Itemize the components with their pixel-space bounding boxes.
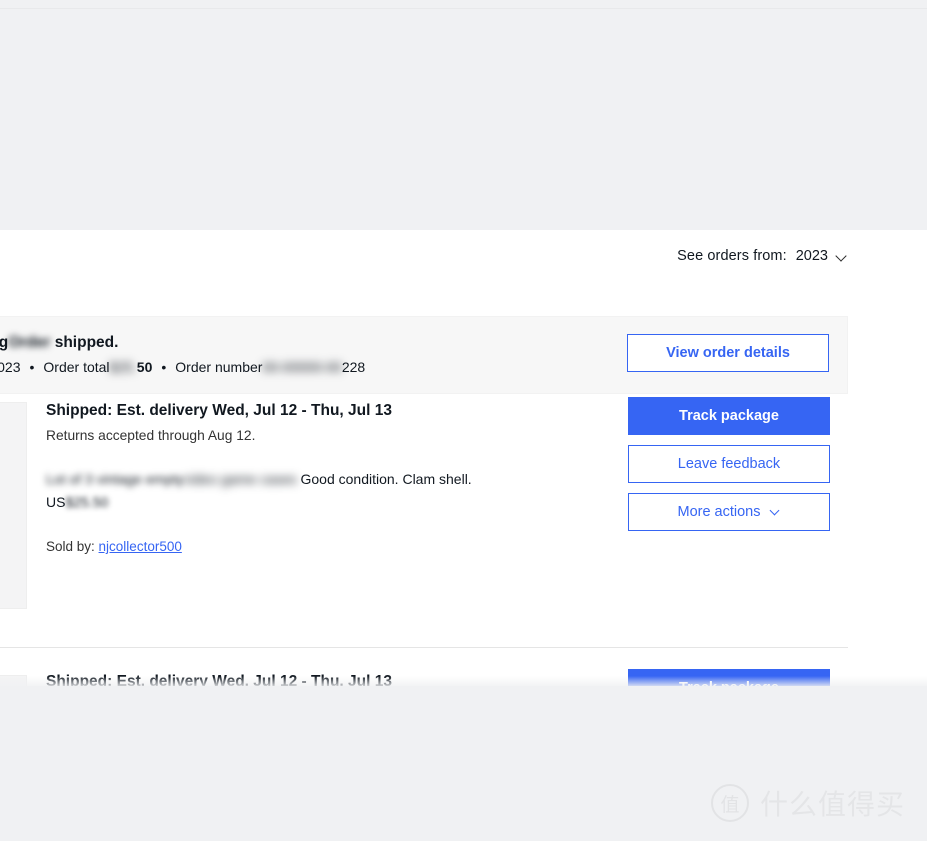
order-status-title: ppingOrder shipped. xyxy=(0,334,606,352)
view-order-details-button[interactable]: View order details xyxy=(627,334,829,372)
item-title[interactable]: Lot of 3 vintage empty video game cases G… xyxy=(46,471,606,487)
item-price: US $25.50 xyxy=(46,494,606,510)
order-number-label: Order number xyxy=(175,359,263,375)
order-date: 08, 2023 xyxy=(0,359,21,375)
browser-chrome-band xyxy=(0,0,927,231)
order-item-row: Shipped: Est. delivery Wed, Jul 12 - Thu… xyxy=(0,394,848,648)
chevron-down-icon xyxy=(771,507,781,517)
order-title-prefix: pping xyxy=(0,334,9,351)
orders-year-select[interactable]: 2023 xyxy=(796,248,848,264)
watermark-text: 什么值得买 xyxy=(759,788,905,821)
item-sold-by: Sold by: njcollector500 xyxy=(46,539,606,554)
see-orders-from-label: See orders from: xyxy=(677,248,787,264)
orders-filter-row: See orders from: 2023 xyxy=(0,248,848,264)
order-number-redacted: 00-00000-00 xyxy=(262,359,342,375)
order-header-text: ppingOrder shipped. 08, 2023 • Order tot… xyxy=(0,317,606,375)
item-shipping-status: Shipped: Est. delivery Wed, Jul 12 - Thu… xyxy=(46,402,392,419)
meta-separator-2: • xyxy=(161,359,167,375)
chevron-down-icon xyxy=(837,251,848,262)
item-price-prefix: US xyxy=(46,494,66,510)
order-card: ppingOrder shipped. 08, 2023 • Order tot… xyxy=(0,316,848,727)
item-thumbnail[interactable] xyxy=(0,402,27,609)
view-order-details-wrap: View order details xyxy=(627,334,829,372)
item-price-redacted: $25.50 xyxy=(65,494,109,510)
watermark-badge-icon: 值 xyxy=(710,784,749,822)
item-title-redacted-b: video game cases xyxy=(183,471,297,487)
item-action-buttons: Track package Leave feedback More action… xyxy=(628,397,830,531)
leave-feedback-button[interactable]: Leave feedback xyxy=(628,445,830,483)
orders-year-value: 2023 xyxy=(795,248,828,264)
item-returns-note: Returns accepted through Aug 12. xyxy=(46,428,256,443)
meta-separator-1: • xyxy=(29,359,35,375)
more-actions-label: More actions xyxy=(677,504,761,520)
order-title-suffix: shipped. xyxy=(54,334,119,351)
item-title-visible: Good condition. Clam shell. xyxy=(300,471,472,487)
more-actions-button[interactable]: More actions xyxy=(628,493,830,531)
chrome-hairline xyxy=(0,8,927,9)
track-package-button[interactable]: Track package xyxy=(628,397,830,435)
seller-link[interactable]: njcollector500 xyxy=(99,539,182,554)
order-total-label: Order total xyxy=(43,359,110,375)
order-total-suffix: 50 xyxy=(136,359,153,375)
order-meta-line: 08, 2023 • Order total $25.50 • Order nu… xyxy=(0,359,606,375)
watermark: 值 什么值得买 xyxy=(710,783,905,823)
order-header: ppingOrder shipped. 08, 2023 • Order tot… xyxy=(0,316,848,394)
item-info: Shipped: Est. delivery Wed, Jul 12 - Thu… xyxy=(46,402,606,554)
order-total-redacted: $25. xyxy=(109,359,137,375)
sold-by-label: Sold by: xyxy=(46,539,95,554)
item-title-redacted-a: Lot of 3 vintage empty xyxy=(46,471,184,487)
order-title-redacted: Order xyxy=(8,334,51,351)
order-number-suffix: 228 xyxy=(341,359,366,375)
